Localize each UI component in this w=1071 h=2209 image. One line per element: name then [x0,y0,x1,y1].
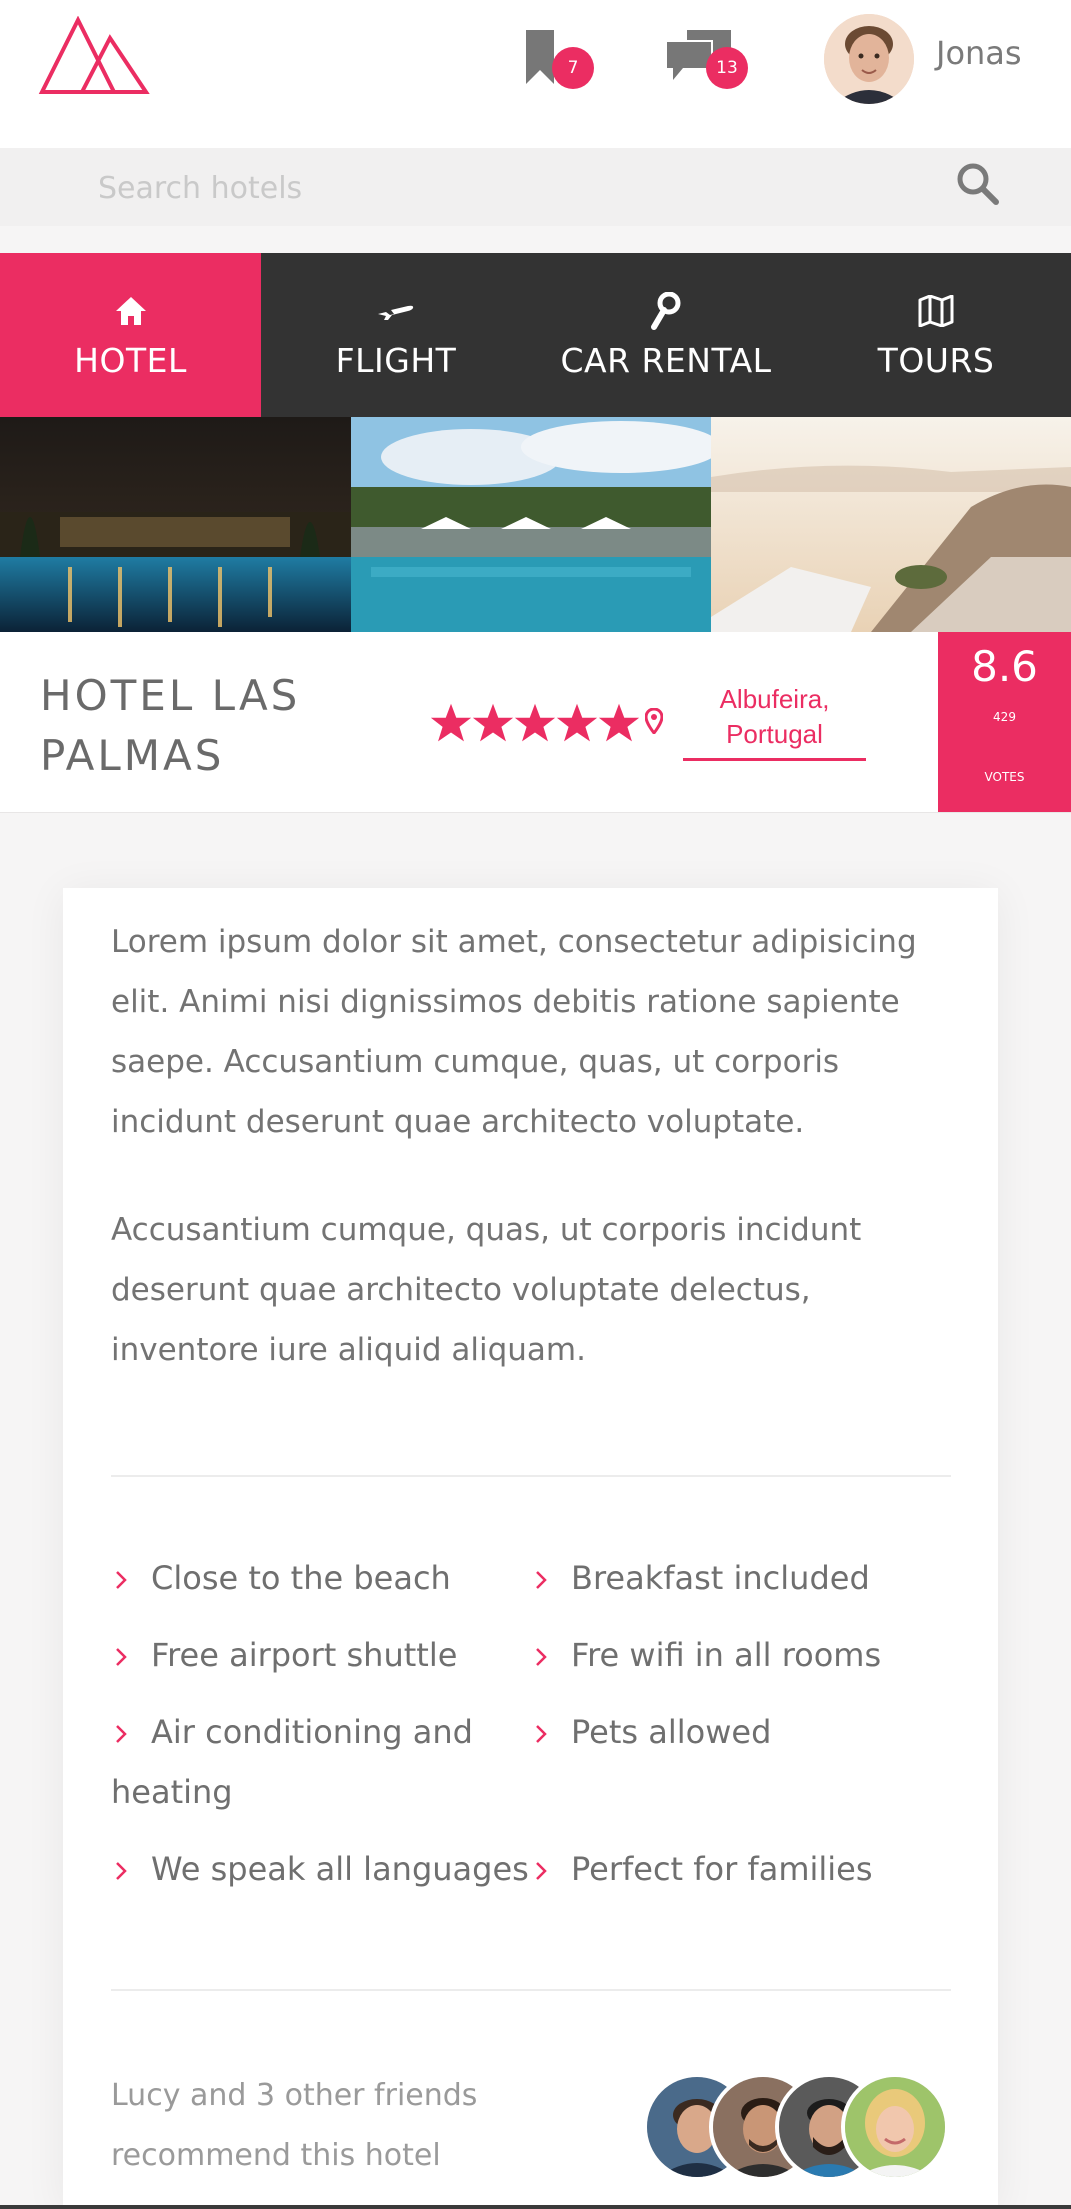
user-name[interactable]: Jonas [936,34,1022,72]
tab-tours[interactable]: TOURS [801,253,1071,417]
feature-item: Breakfast included [531,1548,951,1608]
search-input[interactable] [96,160,930,216]
star-icon [430,703,472,742]
chevron-right-icon [116,1725,127,1743]
hotel-photo-terrace[interactable] [711,417,1071,632]
tab-label: HOTEL [74,340,187,380]
logo-icon[interactable] [38,16,150,96]
hotel-photo-gallery [0,417,1071,632]
location-pin-icon [645,708,663,734]
votes-count: 429 [993,710,1016,724]
bookmark-count-badge: 7 [552,47,594,89]
chevron-right-icon [536,1648,547,1666]
home-icon [115,296,146,325]
chevron-right-icon [116,1571,127,1589]
chevron-right-icon [536,1571,547,1589]
divider [111,1989,951,1991]
feature-item: Free airport shuttle [111,1625,511,1685]
airplane-icon [378,305,414,320]
friend-avatar[interactable] [841,2073,949,2181]
map-icon [918,294,954,327]
bottom-edge [0,2205,1071,2209]
tab-flight[interactable]: FLIGHT [261,253,531,417]
friends-recommend-text: Lucy and 3 other friends recommend this … [111,2078,478,2173]
bookmark-icon[interactable] [526,30,556,84]
divider [111,1475,951,1477]
hotel-details-card: Lorem ipsum dolor sit amet, consectetur … [63,888,998,2209]
votes-label: VOTES [984,770,1025,784]
chevron-right-icon [116,1648,127,1666]
chevron-right-icon [536,1862,547,1880]
booking-tabs: HOTEL FLIGHT CAR RENTAL TOURS [0,253,1071,417]
tab-car-rental[interactable]: CAR RENTAL [531,253,801,417]
hotel-photo-night-pool[interactable] [0,417,351,632]
tab-hotel[interactable]: HOTEL [0,253,261,417]
rating-box: 8.6 429 VOTES [938,632,1071,812]
star-icon [472,703,514,742]
search-icon[interactable] [956,162,1000,206]
tab-label: TOURS [877,340,995,380]
tab-label: CAR RENTAL [560,340,772,380]
tab-label: FLIGHT [335,340,457,380]
feature-item: Air conditioning and heating [111,1713,473,1811]
feature-item: Pets allowed [531,1702,951,1762]
chevron-right-icon [116,1862,127,1880]
feature-item: Fre wifi in all rooms [531,1625,951,1685]
rating-score: 8.6 [971,642,1038,691]
hotel-name: HOTEL LAS PALMAS [40,671,301,780]
description-paragraph: Lorem ipsum dolor sit amet, consectetur … [111,924,917,1140]
star-icon [598,703,640,742]
key-icon [651,291,681,330]
feature-item: Close to the beach [111,1548,511,1608]
message-count-badge: 13 [706,47,748,89]
hotel-location-link[interactable]: Albufeira, Portugal [683,682,866,761]
feature-item: We speak all languages [111,1839,531,1899]
search-bar [0,148,1071,226]
star-icon [556,703,598,742]
star-rating [430,702,640,744]
chevron-right-icon [536,1725,547,1743]
feature-item: Perfect for families [531,1839,951,1899]
star-icon [514,703,556,742]
user-avatar[interactable] [824,14,914,104]
top-header: 7 13 Jonas [0,0,1071,148]
hotel-photo-day-pool[interactable] [351,417,711,632]
description-paragraph: Accusantium cumque, quas, ut corporis in… [111,1212,862,1368]
hotel-title-row: HOTEL LAS PALMAS Albufeira, Portugal [0,632,1071,813]
